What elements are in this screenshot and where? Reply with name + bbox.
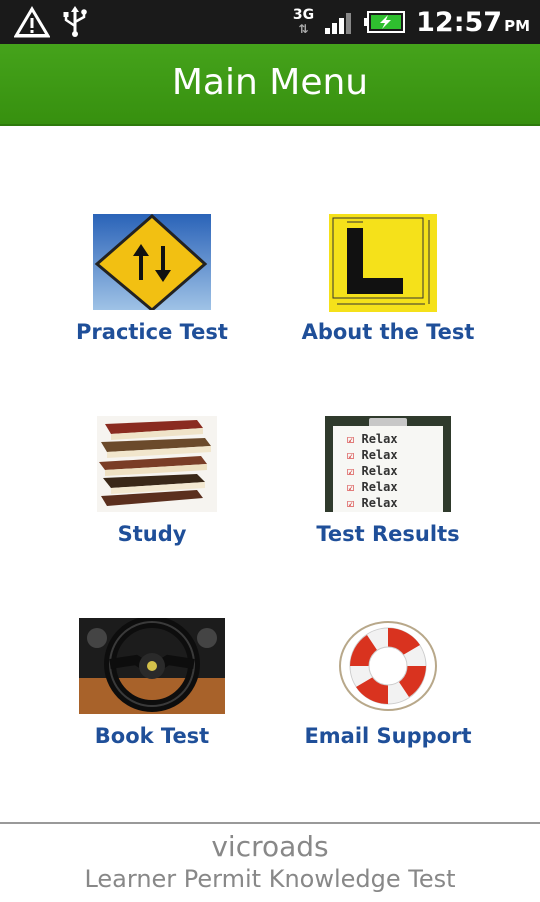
warning-icon: [14, 6, 50, 38]
network-indicator: 3G ⇅: [293, 8, 314, 36]
menu-item-about-the-test[interactable]: About the Test: [253, 214, 523, 394]
clock-ampm: PM: [504, 16, 530, 35]
clock: 12:57 PM: [416, 7, 530, 38]
status-right: 3G ⇅ 12:57 PM: [293, 0, 530, 44]
menu-label: Book Test: [94, 724, 210, 748]
title-bar: Main Menu: [0, 44, 540, 126]
checklist-item: ☑ Relax: [347, 464, 398, 478]
l-plate-icon: [329, 214, 437, 312]
menu-label: Study: [117, 522, 187, 546]
status-bar: 3G ⇅ 12:57 PM: [0, 0, 540, 44]
checklist-item: ☑ Relax: [347, 480, 398, 494]
checklist-item: ☑ Relax: [347, 432, 398, 446]
battery-charging-icon: [364, 11, 406, 33]
menu-item-practice-test[interactable]: Practice Test: [17, 214, 287, 394]
menu-item-study[interactable]: Study: [17, 416, 287, 596]
lifebuoy-icon: [333, 618, 443, 714]
footer-brand-name: vicroads: [211, 830, 329, 863]
menu-label: About the Test: [301, 320, 475, 344]
menu-label: Test Results: [316, 522, 460, 546]
footer-subtitle: Learner Permit Knowledge Test: [84, 865, 456, 893]
books-icon: [97, 416, 217, 512]
footer-branding: vicroads Learner Permit Knowledge Test: [0, 822, 540, 902]
main-menu-grid: Practice Test About the Test Study ☑ Rel…: [0, 124, 540, 820]
page-title: Main Menu: [171, 62, 369, 103]
menu-label: Practice Test: [76, 320, 228, 344]
menu-item-test-results[interactable]: ☑ Relax ☑ Relax ☑ Relax ☑ Relax ☑ Relax …: [253, 416, 523, 596]
menu-item-book-test[interactable]: Book Test: [17, 618, 287, 798]
road-sign-icon: [93, 214, 211, 310]
menu-item-email-support[interactable]: Email Support: [253, 618, 523, 798]
menu-label: Email Support: [304, 724, 472, 748]
checklist-item: ☑ Relax: [347, 496, 398, 510]
status-left: [14, 6, 88, 38]
data-arrows-icon: ⇅: [298, 22, 309, 36]
usb-icon: [63, 6, 87, 37]
network-type: 3G: [292, 7, 315, 23]
checklist-item: ☑ Relax: [347, 448, 398, 462]
signal-icon: [325, 13, 352, 34]
steering-wheel-icon: [79, 618, 225, 714]
clock-time: 12:57: [416, 6, 503, 38]
clipboard-checklist-icon: ☑ Relax ☑ Relax ☑ Relax ☑ Relax ☑ Relax: [325, 416, 451, 512]
